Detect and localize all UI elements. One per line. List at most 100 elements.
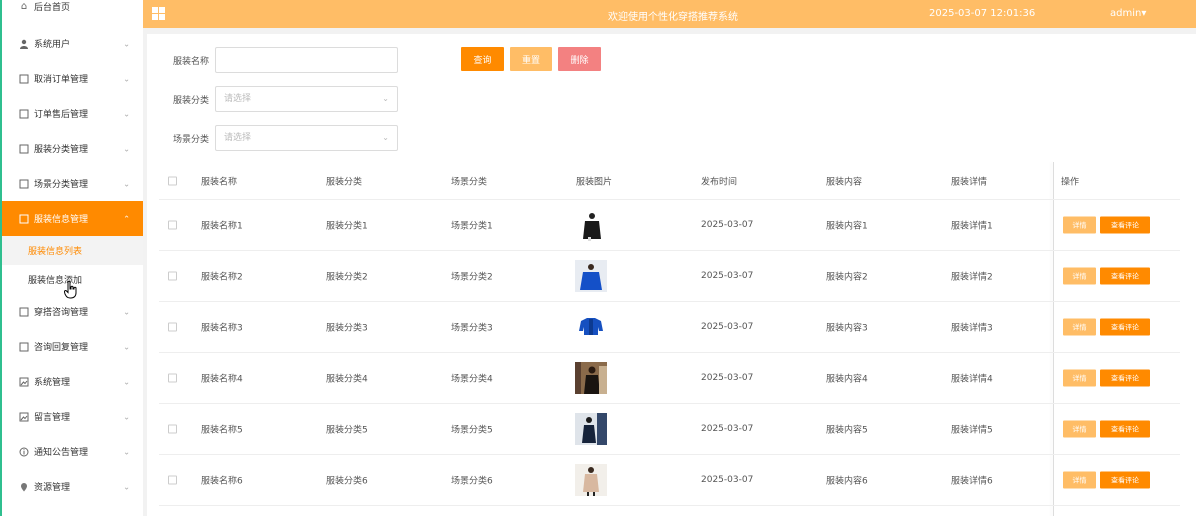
sidebar-item-consult-reply[interactable]: 咨询回复管理 ⌄ xyxy=(2,329,143,364)
table-row[interactable]: 服装名称2 服装分类2 场景分类2 2025-03-07 服装内容2 服装详情2… xyxy=(159,251,1180,302)
sidebar-item-system-users[interactable]: 系统用户 ⌄ xyxy=(2,26,143,61)
sidebar-item-system-management[interactable]: 系统管理 ⌄ xyxy=(2,364,143,399)
sidebar-item-outfit-consult[interactable]: 穿搭咨询管理 ⌄ xyxy=(2,294,143,329)
cell-date: 2025-03-07 xyxy=(701,373,754,383)
sidebar-item-after-sales[interactable]: 订单售后管理 ⌄ xyxy=(2,96,143,131)
cell-category: 服装分类5 xyxy=(326,425,368,436)
cell-content: 服装内容2 xyxy=(826,272,868,283)
sidebar-item-resources[interactable]: 资源管理 ⌄ xyxy=(2,469,143,504)
cell-detail: 服装详情5 xyxy=(951,425,993,436)
clothing-thumbnail[interactable] xyxy=(575,464,607,496)
cell-date: 2025-03-07 xyxy=(701,424,754,434)
row-checkbox[interactable] xyxy=(168,475,177,485)
cell-scene: 场景分类6 xyxy=(451,476,493,487)
header-time: 2025-03-07 12:01:36 xyxy=(929,8,1036,19)
clothing-thumbnail[interactable] xyxy=(575,209,607,241)
sidebar-item-label: 留言管理 xyxy=(34,413,71,423)
detail-button[interactable]: 详情 xyxy=(1063,318,1096,336)
sidebar-subitem-clothing-list[interactable]: 服装信息列表 xyxy=(2,236,143,265)
menu-grid-icon[interactable] xyxy=(152,7,165,20)
cell-scene: 场景分类5 xyxy=(451,425,493,436)
sidebar-item-label: 穿搭咨询管理 xyxy=(34,308,89,318)
table-row[interactable]: 服装名称5 服装分类5 场景分类5 2025-03-07 服装内容5 服装详情5… xyxy=(159,404,1180,455)
select-all-checkbox[interactable] xyxy=(168,176,177,185)
view-reviews-button[interactable]: 查看评论 xyxy=(1100,318,1150,336)
sidebar-item-label: 资源管理 xyxy=(34,483,71,493)
sidebar-item-messages[interactable]: 留言管理 ⌄ xyxy=(2,399,143,434)
cell-category: 服装分类3 xyxy=(326,323,368,334)
main-panel: 服装名称 服装分类 请选择 ⌄ 场景分类 请选择 ⌄ 查询 重置 删除 服装名称… xyxy=(147,34,1196,516)
table-header: 服装名称 服装分类 场景分类 服装图片 发布时间 服装内容 服装详情 操作 xyxy=(159,162,1180,200)
cell-detail: 服装详情6 xyxy=(951,476,993,487)
location-icon xyxy=(18,481,30,493)
clothing-thumbnail[interactable] xyxy=(575,362,607,394)
view-reviews-button[interactable]: 查看评论 xyxy=(1100,267,1150,285)
query-button[interactable]: 查询 xyxy=(461,47,504,71)
row-checkbox[interactable] xyxy=(168,424,177,434)
sidebar-item-label: 服装信息管理 xyxy=(34,215,89,225)
sidebar-item-label: 系统管理 xyxy=(34,378,71,388)
cell-detail: 服装详情4 xyxy=(951,374,993,385)
scene-category-select[interactable]: 请选择 ⌄ xyxy=(215,125,398,151)
username: admin xyxy=(1110,8,1142,19)
detail-button[interactable]: 详情 xyxy=(1063,471,1096,489)
caret-down-icon: ▾ xyxy=(1141,8,1147,19)
delete-button[interactable]: 删除 xyxy=(558,47,601,71)
table-row[interactable]: 服装名称3 服装分类3 场景分类3 2025-03-07 服装内容3 服装详情3… xyxy=(159,302,1180,353)
clothing-thumbnail[interactable] xyxy=(575,260,607,292)
sidebar-item-home[interactable]: ⌂ 后台首页 xyxy=(2,0,143,20)
sidebar-item-cancel-orders[interactable]: 取消订单管理 ⌄ xyxy=(2,61,143,96)
row-checkbox[interactable] xyxy=(168,220,177,230)
table-row[interactable]: 服装名称4 服装分类4 场景分类4 2025-03-07 服装内容4 服装详情4… xyxy=(159,353,1180,404)
detail-button[interactable]: 详情 xyxy=(1063,420,1096,438)
detail-button[interactable]: 详情 xyxy=(1063,216,1096,234)
chevron-down-icon: ⌄ xyxy=(123,74,130,83)
sidebar-item-clothing-info[interactable]: 服装信息管理 ⌃ xyxy=(2,201,143,236)
cell-content: 服装内容6 xyxy=(826,476,868,487)
cell-content: 服装内容4 xyxy=(826,374,868,385)
cell-date: 2025-03-07 xyxy=(701,220,754,230)
document-icon xyxy=(18,143,30,155)
view-reviews-button[interactable]: 查看评论 xyxy=(1100,369,1150,387)
document-icon xyxy=(18,108,30,120)
sidebar-item-label: 服装分类管理 xyxy=(34,145,89,155)
cell-scene: 场景分类4 xyxy=(451,374,493,385)
cell-name: 服装名称4 xyxy=(201,374,243,385)
cell-category: 服装分类4 xyxy=(326,374,368,385)
clothing-thumbnail[interactable] xyxy=(575,311,607,343)
sidebar-subitem-label: 服装信息列表 xyxy=(28,247,83,257)
row-checkbox[interactable] xyxy=(168,373,177,383)
row-checkbox[interactable] xyxy=(168,271,177,281)
chevron-down-icon: ⌄ xyxy=(123,144,130,153)
scene-category-label: 场景分类 xyxy=(173,135,210,145)
sidebar-item-clothing-category[interactable]: 服装分类管理 ⌄ xyxy=(2,131,143,166)
cell-detail: 服装详情3 xyxy=(951,323,993,334)
sidebar-item-label: 取消订单管理 xyxy=(34,75,89,85)
reset-button[interactable]: 重置 xyxy=(510,47,552,71)
cell-name: 服装名称6 xyxy=(201,476,243,487)
clothing-thumbnail[interactable] xyxy=(575,413,607,445)
chevron-down-icon: ⌄ xyxy=(123,482,130,491)
user-menu[interactable]: admin▾ xyxy=(1110,8,1146,19)
view-reviews-button[interactable]: 查看评论 xyxy=(1100,216,1150,234)
sidebar-item-label: 系统用户 xyxy=(34,40,71,50)
sidebar-item-notices[interactable]: 通知公告管理 ⌄ xyxy=(2,434,143,469)
cell-content: 服装内容1 xyxy=(826,221,868,232)
chevron-down-icon: ⌄ xyxy=(382,94,389,103)
sidebar-item-scene-category[interactable]: 场景分类管理 ⌄ xyxy=(2,166,143,201)
document-icon xyxy=(18,306,30,318)
table-row[interactable]: 服装名称1 服装分类1 场景分类1 2025-03-07 服装内容1 服装详情1… xyxy=(159,200,1180,251)
cell-detail: 服装详情1 xyxy=(951,221,993,232)
select-placeholder: 请选择 xyxy=(224,94,252,104)
sidebar: ⌂ 后台首页 系统用户 ⌄ 取消订单管理 ⌄ 订单售后管理 ⌄ 服装分类管理 ⌄… xyxy=(0,0,143,516)
chevron-down-icon: ⌄ xyxy=(123,342,130,351)
detail-button[interactable]: 详情 xyxy=(1063,369,1096,387)
detail-button[interactable]: 详情 xyxy=(1063,267,1096,285)
table-row[interactable]: 服装名称6 服装分类6 场景分类6 2025-03-07 服装内容6 服装详情6… xyxy=(159,455,1180,506)
chevron-down-icon: ⌄ xyxy=(123,447,130,456)
row-checkbox[interactable] xyxy=(168,322,177,332)
clothing-name-input[interactable] xyxy=(215,47,398,73)
clothing-category-select[interactable]: 请选择 ⌄ xyxy=(215,86,398,112)
view-reviews-button[interactable]: 查看评论 xyxy=(1100,471,1150,489)
view-reviews-button[interactable]: 查看评论 xyxy=(1100,420,1150,438)
